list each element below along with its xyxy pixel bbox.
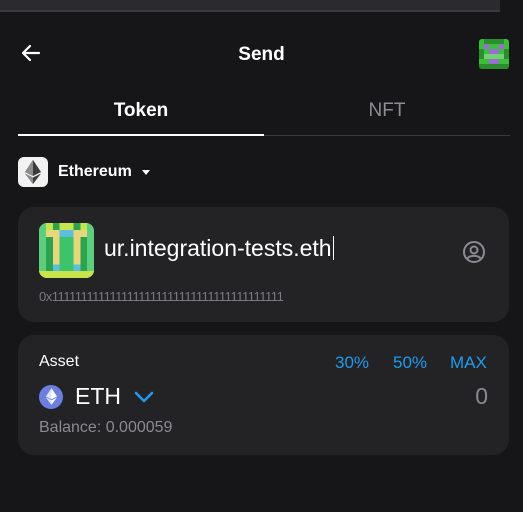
tab-bar: Token NFT — [18, 90, 510, 136]
token-selector[interactable]: ETH — [39, 383, 155, 410]
header: Send — [0, 30, 523, 80]
asset-card: Asset 30% 50% MAX ETH 0 Balance: 0.00005… — [18, 335, 509, 455]
token-name: ETH — [75, 383, 121, 409]
eth-token-icon — [39, 384, 63, 409]
asset-label: Asset — [39, 353, 80, 370]
caret-down-icon — [141, 169, 150, 175]
percent-50-button[interactable]: 50% — [393, 353, 427, 373]
percent-30-button[interactable]: 30% — [335, 353, 369, 373]
chevron-down-icon — [134, 391, 154, 402]
amount-input[interactable]: 0 — [475, 383, 488, 410]
tab-nft[interactable]: NFT — [264, 90, 510, 134]
tab-token[interactable]: Token — [18, 90, 264, 134]
network-selector[interactable]: Ethereum — [18, 157, 150, 187]
recipient-name: ur.integration-tests.eth — [104, 235, 332, 261]
text-cursor — [332, 236, 334, 260]
window-top-bar — [0, 0, 500, 12]
recipient-avatar — [39, 223, 94, 278]
contact-icon[interactable] — [462, 240, 486, 264]
recipient-input[interactable]: ur.integration-tests.eth — [104, 235, 334, 262]
recipient-address: 0x11111111111111111111111111111111111111… — [39, 289, 284, 304]
network-label: Ethereum — [58, 163, 132, 180]
account-avatar[interactable] — [479, 39, 509, 69]
window-corner — [500, 0, 523, 10]
active-tab-indicator — [18, 134, 264, 136]
recipient-card: ur.integration-tests.eth 0x1111111111111… — [18, 207, 509, 322]
max-button[interactable]: MAX — [450, 353, 487, 373]
balance-text: Balance: 0.000059 — [39, 419, 173, 436]
ethereum-icon — [18, 157, 48, 187]
page-title: Send — [238, 44, 285, 65]
